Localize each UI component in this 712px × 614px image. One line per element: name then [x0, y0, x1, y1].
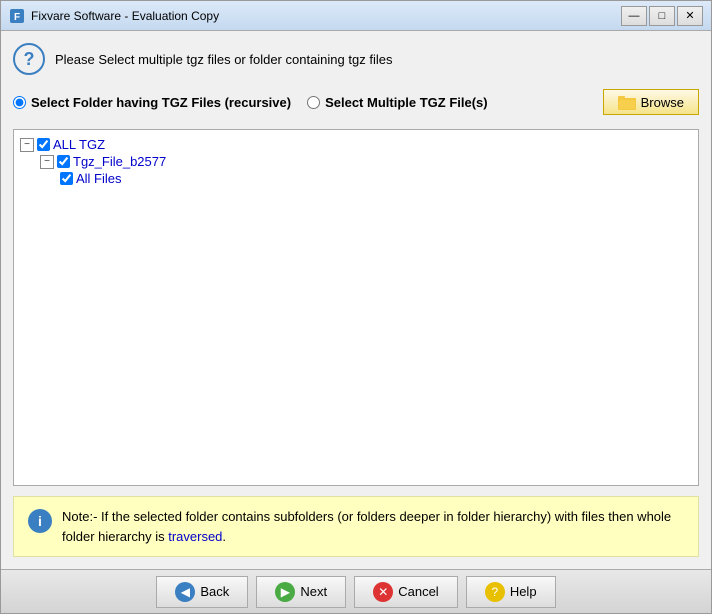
back-icon: ◀: [175, 582, 195, 602]
note-info-icon: i: [28, 509, 52, 533]
note-text: Note:- If the selected folder contains s…: [62, 507, 684, 546]
radio-folder-input[interactable]: [13, 96, 26, 109]
minimize-button[interactable]: —: [621, 6, 647, 26]
tree-toggle-root[interactable]: −: [20, 138, 34, 152]
back-button[interactable]: ◀ Back: [156, 576, 248, 608]
folder-icon: [618, 94, 636, 110]
tree-children-root: − Tgz_File_b2577 All Files: [40, 153, 692, 187]
header-row: ? Please Select multiple tgz files or fo…: [13, 43, 699, 75]
tree-allfiles-row: All Files: [60, 170, 692, 187]
tree-checkbox-allfiles[interactable]: [60, 172, 73, 185]
tree-toggle-child1[interactable]: −: [40, 155, 54, 169]
back-label: Back: [200, 584, 229, 599]
svg-text:F: F: [14, 12, 20, 23]
radio-folder-label: Select Folder having TGZ Files (recursiv…: [31, 95, 291, 110]
window-controls: — □ ✕: [621, 6, 703, 26]
tree-root: − ALL TGZ − Tgz_File_b2577: [20, 136, 692, 187]
radio-option-files[interactable]: Select Multiple TGZ File(s): [307, 95, 488, 110]
main-window: F Fixvare Software - Evaluation Copy — □…: [0, 0, 712, 614]
next-icon: ▶: [275, 582, 295, 602]
tree-node-child1: − Tgz_File_b2577 All Files: [40, 153, 692, 187]
window-title: Fixvare Software - Evaluation Copy: [31, 9, 621, 23]
browse-label: Browse: [641, 95, 684, 110]
tree-node-allfiles: All Files: [60, 170, 692, 187]
bottom-bar: ◀ Back ▶ Next ✕ Cancel ? Help: [1, 569, 711, 613]
cancel-icon: ✕: [373, 582, 393, 602]
tree-children-child1: All Files: [60, 170, 692, 187]
note-highlight: traversed: [168, 529, 222, 544]
help-button[interactable]: ? Help: [466, 576, 556, 608]
tree-root-row: − ALL TGZ: [20, 136, 692, 153]
help-icon: ?: [485, 582, 505, 602]
next-button[interactable]: ▶ Next: [256, 576, 346, 608]
cancel-button[interactable]: ✕ Cancel: [354, 576, 457, 608]
radio-option-folder[interactable]: Select Folder having TGZ Files (recursiv…: [13, 95, 291, 110]
radio-row: Select Folder having TGZ Files (recursiv…: [13, 85, 699, 119]
note-box: i Note:- If the selected folder contains…: [13, 496, 699, 557]
cancel-label: Cancel: [398, 584, 438, 599]
tree-checkbox-child1[interactable]: [57, 155, 70, 168]
tree-checkbox-root[interactable]: [37, 138, 50, 151]
browse-button[interactable]: Browse: [603, 89, 699, 115]
question-icon: ?: [13, 43, 45, 75]
tree-root-label[interactable]: ALL TGZ: [53, 137, 105, 152]
tree-allfiles-label[interactable]: All Files: [76, 171, 122, 186]
radio-files-label: Select Multiple TGZ File(s): [325, 95, 488, 110]
tree-child1-label[interactable]: Tgz_File_b2577: [73, 154, 166, 169]
tree-node-root: − ALL TGZ − Tgz_File_b2577: [20, 136, 692, 187]
maximize-button[interactable]: □: [649, 6, 675, 26]
close-button[interactable]: ✕: [677, 6, 703, 26]
tree-panel[interactable]: − ALL TGZ − Tgz_File_b2577: [13, 129, 699, 486]
header-message: Please Select multiple tgz files or fold…: [55, 52, 392, 67]
help-label: Help: [510, 584, 537, 599]
title-bar: F Fixvare Software - Evaluation Copy — □…: [1, 1, 711, 31]
tree-child1-row: − Tgz_File_b2577: [40, 153, 692, 170]
radio-files-input[interactable]: [307, 96, 320, 109]
main-content: ? Please Select multiple tgz files or fo…: [1, 31, 711, 569]
app-icon: F: [9, 8, 25, 24]
next-label: Next: [300, 584, 327, 599]
